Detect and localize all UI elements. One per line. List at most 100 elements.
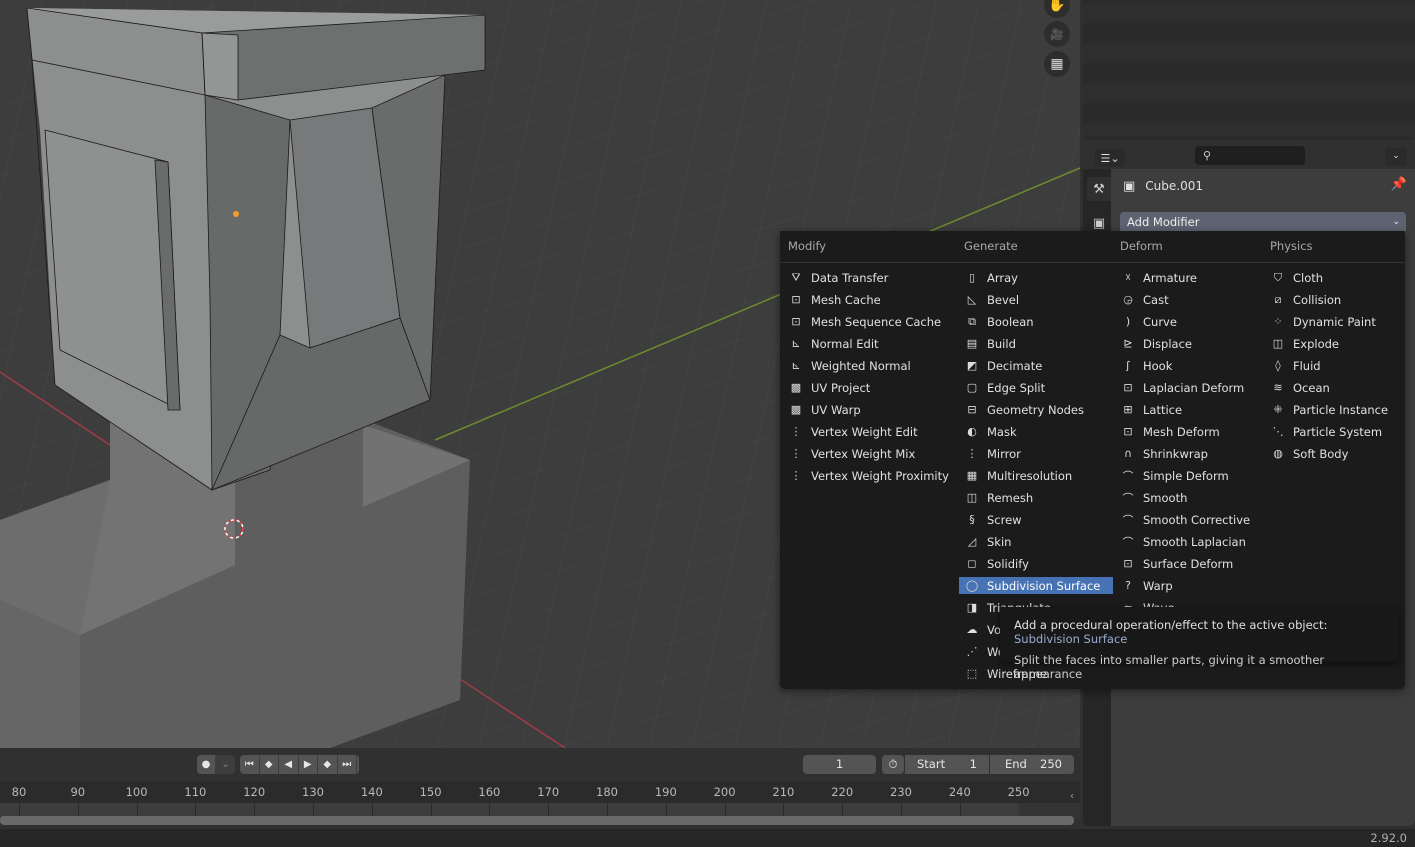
ruler-tick-label: 170 [537,785,560,799]
menu-item-fluid[interactable]: ◊ Fluid [1270,357,1400,374]
menu-item-vertex-weight-proximity[interactable]: ⋮ Vertex Weight Proximity [788,467,956,484]
tooltip-line1: Add a procedural operation/effect to the… [1014,618,1385,646]
menu-item-solidify[interactable]: ◻ Solidify [964,555,1118,572]
menu-item-hook[interactable]: ʃ Hook [1120,357,1270,374]
jump-end-button[interactable]: ⏭ [338,755,357,774]
menu-item-label: Mask [987,424,1017,439]
ruler-tick-label: 190 [654,785,677,799]
bevel-icon: ◺ [967,293,977,306]
menu-item-mesh-deform[interactable]: ⊡ Mesh Deform [1120,423,1270,440]
menu-item-vertex-weight-edit[interactable]: ⋮ Vertex Weight Edit [788,423,956,440]
menu-item-skin[interactable]: ◿ Skin [964,533,1118,550]
menu-item-mesh-cache[interactable]: ⊡ Mesh Cache [788,291,956,308]
menu-item-weighted-normal[interactable]: ⊾ Weighted Normal [788,357,956,374]
menu-item-boolean[interactable]: ⧉ Boolean [964,313,1118,330]
menu-item-mirror[interactable]: ⋮ Mirror [964,445,1118,462]
menu-item-screw[interactable]: § Screw [964,511,1118,528]
play-reverse-button[interactable]: ◀ [279,755,299,774]
menu-item-edge-split[interactable]: ▢ Edge Split [964,379,1118,396]
menu-item-warp[interactable]: ? Warp [1120,577,1270,594]
menu-item-label: Mesh Deform [1143,424,1220,439]
weld-icon: ⋰ [966,645,978,658]
menu-item-subdivision-surface[interactable]: ◯ Subdivision Surface [959,577,1113,594]
menu-item-label: Mirror [987,446,1021,461]
menu-item-armature[interactable]: ☓ Armature [1120,269,1270,286]
menu-item-mask[interactable]: ◐ Mask [964,423,1118,440]
prev-keyframe-button[interactable]: ◆ [260,755,279,774]
menu-item-particle-instance[interactable]: ⁜ Particle Instance [1270,401,1400,418]
record-button[interactable]: ● [197,755,217,774]
menu-item-data-transfer[interactable]: ⛛ Data Transfer [788,269,956,286]
menu-item-multiresolution[interactable]: ▦ Multiresolution [964,467,1118,484]
play-button[interactable]: ▶ [299,755,318,774]
frame-ruler[interactable]: 80 90 100 110 120 130 140 150 160 170 180 190 200 210… [0,781,1080,803]
pin-icon[interactable]: 📌 [1391,177,1407,192]
menu-item-surface-deform[interactable]: ⊡ Surface Deform [1120,555,1270,572]
object-name-row: ▣ Cube.001 [1123,177,1203,195]
add-modifier-button[interactable]: Add Modifier ⌄ [1120,212,1406,232]
menu-item-ocean[interactable]: ≋ Ocean [1270,379,1400,396]
menu-item-label: Warp [1143,578,1173,593]
tooltip-description: Add a procedural operation/effect to the… [1014,618,1328,632]
next-keyframe-icon: ◆ [323,759,332,770]
ruler-tick-label: 130 [302,785,324,799]
grid-ortho-icon[interactable]: ▦ [1044,51,1070,77]
menu-item-label: Collision [1293,292,1342,307]
menu-item-smooth[interactable]: ⌒ Smooth [1120,489,1270,506]
remesh-icon: ◫ [966,491,978,504]
menu-item-dynamic-paint[interactable]: ⁘ Dynamic Paint [1270,313,1400,330]
menu-item-array[interactable]: ▯ Array [964,269,1118,286]
tool-tab[interactable]: ⚒ [1087,177,1111,201]
jump-start-button[interactable]: ⏮ [240,755,260,774]
menu-item-label: Normal Edit [811,336,879,351]
solidify-icon: ◻ [967,557,977,570]
menu-item-displace[interactable]: ⊵ Displace [1120,335,1270,352]
menu-item-soft-body[interactable]: ◍ Soft Body [1270,445,1400,462]
menu-item-label: Data Transfer [811,270,889,285]
keying-dropdown[interactable]: ⌄ [216,755,235,774]
timeline-scrollbar[interactable] [0,816,1074,825]
menu-item-cloth[interactable]: ⛉ Cloth [1270,269,1400,286]
menu-item-laplacian-deform[interactable]: ⊡ Laplacian Deform [1120,379,1270,396]
menu-item-particle-system[interactable]: ⋱ Particle System [1270,423,1400,440]
properties-search-input[interactable]: ⚲ [1195,146,1305,165]
end-frame-field[interactable]: End 250 [990,755,1074,774]
menu-item-uv-warp[interactable]: ▩ UV Warp [788,401,956,418]
menu-item-cast[interactable]: ◶ Cast [1120,291,1270,308]
menu-item-geometry-nodes[interactable]: ⊟ Geometry Nodes [964,401,1118,418]
play-reverse-icon: ◀ [284,759,293,770]
jump-end-icon: ⏭ [342,759,352,770]
menu-item-smooth-laplacian[interactable]: ⌒ Smooth Laplacian [1120,533,1270,550]
menu-item-bevel[interactable]: ◺ Bevel [964,291,1118,308]
particle-instance-icon: ⁜ [1273,403,1283,416]
menu-item-remesh[interactable]: ◫ Remesh [964,489,1118,506]
menu-item-curve[interactable]: ) Curve [1120,313,1270,330]
stopwatch-icon: ⏱ [888,757,898,771]
outliner-area[interactable] [1083,0,1415,140]
editor-type-button[interactable]: ☰⌄ [1095,149,1125,167]
menu-item-mesh-sequence-cache[interactable]: ⊡ Mesh Sequence Cache [788,313,956,330]
options-dropdown-button[interactable]: ⌄ [1385,148,1407,166]
collapse-sidebar-icon[interactable]: ‹ [1070,791,1074,802]
camera-icon[interactable]: 🎥 [1044,21,1070,47]
menu-item-collision[interactable]: ⧄ Collision [1270,291,1400,308]
menu-item-build[interactable]: ▤ Build [964,335,1118,352]
menu-item-lattice[interactable]: ⊞ Lattice [1120,401,1270,418]
menu-item-normal-edit[interactable]: ⊾ Normal Edit [788,335,956,352]
menu-item-explode[interactable]: ◫ Explode [1270,335,1400,352]
preview-range-toggle[interactable]: ⏱ [882,755,904,774]
hand-pan-glyph: ✋ [1048,0,1066,13]
next-keyframe-button[interactable]: ◆ [318,755,338,774]
menu-item-vertex-weight-mix[interactable]: ⋮ Vertex Weight Mix [788,445,956,462]
warp-icon: ? [1125,579,1131,592]
curve-icon: ) [1125,315,1131,328]
menu-item-decimate[interactable]: ◩ Decimate [964,357,1118,374]
menu-item-shrinkwrap[interactable]: ∩ Shrinkwrap [1120,445,1270,462]
menu-item-simple-deform[interactable]: ⌒ Simple Deform [1120,467,1270,484]
menu-item-uv-project[interactable]: ▩ UV Project [788,379,956,396]
start-frame-field[interactable]: Start 1 [905,755,989,774]
triangulate-icon: ◨ [966,601,978,614]
current-frame-field[interactable]: 1 [803,755,876,774]
menu-item-label: Edge Split [987,380,1046,395]
menu-item-smooth-corrective[interactable]: ⌒ Smooth Corrective [1120,511,1270,528]
